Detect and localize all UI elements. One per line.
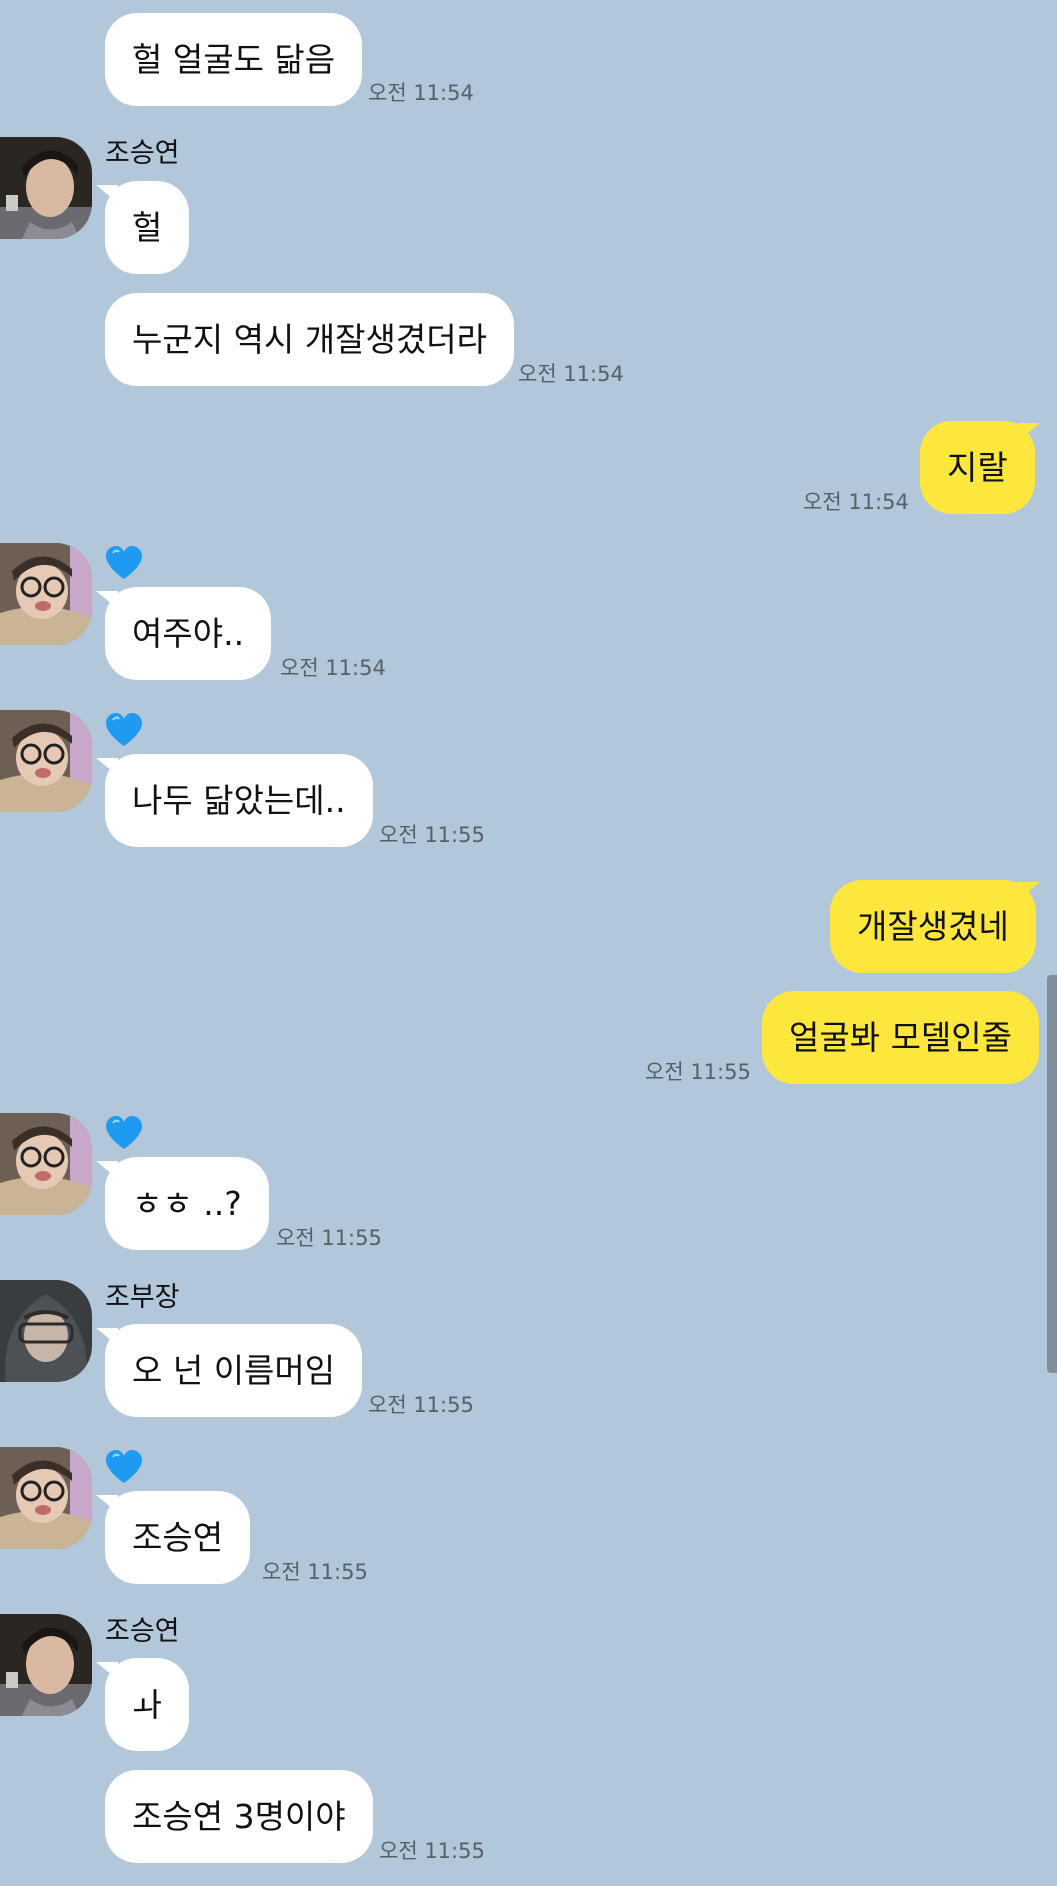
sender-name: 조부장 (105, 1282, 180, 1313)
message-bubble[interactable]: ㅎㅎ ..? (105, 1157, 269, 1250)
message-time: 오전 11:55 (379, 1839, 485, 1863)
avatar-image (0, 1280, 92, 1382)
avatar-image (0, 1447, 92, 1549)
avatar[interactable] (0, 1447, 92, 1549)
message-bubble[interactable]: 누군지 역시 개잘생겼더라 (105, 293, 514, 386)
blue-heart-icon (106, 1450, 142, 1483)
message-bubble[interactable]: 여주야.. (105, 587, 272, 680)
avatar[interactable] (0, 543, 92, 645)
blue-heart-icon (106, 1116, 142, 1149)
message-bubble[interactable]: 헐 얼굴도 닮음 (105, 13, 363, 106)
message-bubble[interactable]: 조승연 (105, 1491, 251, 1584)
blue-heart-icon (106, 546, 142, 579)
scrollbar-thumb[interactable] (1047, 975, 1057, 1373)
avatar[interactable] (0, 710, 92, 812)
message-time: 오전 11:54 (518, 362, 624, 386)
avatar-image (0, 543, 92, 645)
avatar-image (0, 137, 92, 239)
message-bubble[interactable]: 나두 닮았는데.. (105, 754, 373, 847)
message-bubble[interactable]: 오 넌 이름머임 (105, 1324, 363, 1417)
avatar-image (0, 710, 92, 812)
avatar-image (0, 1614, 92, 1716)
message-bubble[interactable]: ㅘ (105, 1658, 190, 1751)
message-bubble[interactable]: 헐 (105, 181, 190, 274)
message-time: 오전 11:55 (379, 823, 485, 847)
sender-name: 조승연 (105, 138, 180, 169)
avatar[interactable] (0, 137, 92, 239)
avatar[interactable] (0, 1280, 92, 1382)
message-time: 오전 11:54 (368, 81, 474, 105)
chat-message-list[interactable]: 헐 얼굴도 닮음 오전 11:54 조승연 헐 누군지 역시 개잘생겼더라 오전… (0, 0, 1057, 1886)
avatar-image (0, 1113, 92, 1215)
message-time: 오전 11:55 (645, 1060, 751, 1084)
message-bubble[interactable]: 얼굴봐 모델인줄 (762, 991, 1040, 1084)
avatar[interactable] (0, 1113, 92, 1215)
message-time: 오전 11:55 (262, 1560, 368, 1584)
message-time: 오전 11:55 (368, 1393, 474, 1417)
message-time: 오전 11:54 (803, 490, 909, 514)
message-bubble[interactable]: 지랄 (920, 421, 1035, 514)
sender-name: 조승연 (105, 1616, 180, 1647)
message-time: 오전 11:54 (280, 656, 386, 680)
message-bubble[interactable]: 조승연 3명이야 (105, 1770, 373, 1863)
blue-heart-icon (106, 713, 142, 746)
avatar[interactable] (0, 1614, 92, 1716)
message-time: 오전 11:55 (276, 1226, 382, 1250)
message-bubble[interactable]: 개잘생겼네 (830, 880, 1036, 973)
